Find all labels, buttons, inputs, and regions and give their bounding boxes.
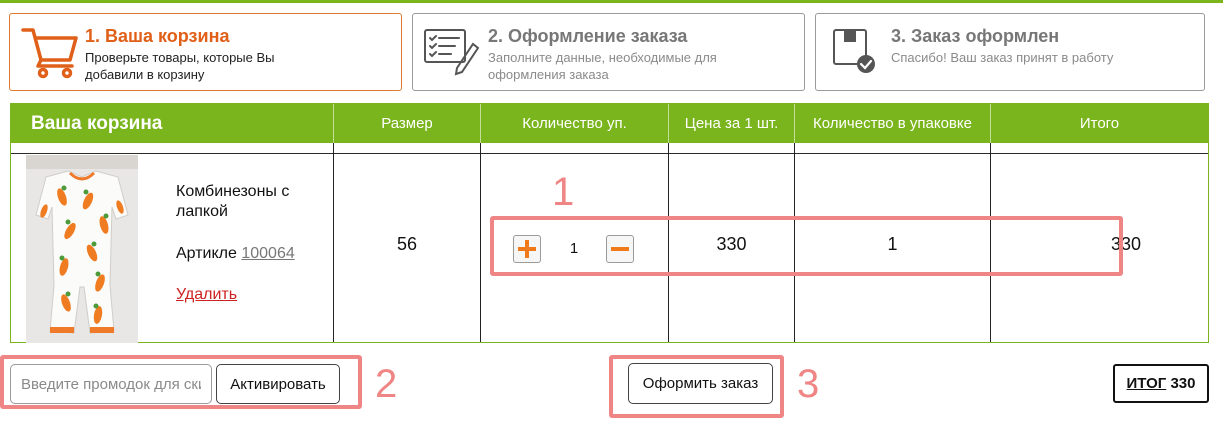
column-divider	[480, 143, 481, 342]
checklist-icon	[424, 29, 480, 76]
row-divider	[11, 153, 1208, 154]
step-done[interactable]: 3. Заказ оформлен Спасибо! Ваш заказ при…	[815, 13, 1205, 91]
annotation-number-2: 2	[375, 362, 398, 406]
step-description: Спасибо! Ваш заказ принят в работу	[891, 50, 1114, 65]
product-name[interactable]: Комбинезоны с лапкой	[176, 182, 326, 222]
table-header: Ваша корзина Размер Количество уп. Цена …	[11, 104, 1208, 143]
product-image[interactable]	[26, 155, 138, 343]
total-label: ИТОГ	[1126, 375, 1167, 392]
annotation-number-1: 1	[552, 170, 575, 214]
sku-link[interactable]: 100064	[241, 245, 294, 262]
header-cart: Ваша корзина	[31, 113, 163, 134]
grand-total: ИТОГ 330	[1113, 364, 1209, 403]
product-sku: Артикле 100064	[176, 245, 295, 262]
step-description: Проверьте товары, которые Вы добавили в …	[85, 50, 275, 82]
step-cart[interactable]: 1. Ваша корзина Проверьте товары, которы…	[9, 13, 402, 91]
top-accent-line	[0, 0, 1223, 3]
header-qty: Количество уп.	[522, 115, 627, 132]
header-size: Размер	[381, 115, 433, 132]
size-value: 56	[396, 234, 418, 254]
annotation-box-1	[490, 216, 1123, 276]
box-check-icon	[833, 29, 875, 73]
step-title: 3. Заказ оформлен	[891, 26, 1060, 46]
annotation-number-3: 3	[797, 362, 820, 406]
header-pack-qty: Количество в упаковке	[813, 115, 972, 132]
step-title: 1. Ваша корзина	[85, 26, 230, 46]
header-total: Итого	[1079, 115, 1120, 132]
checkout-button[interactable]: Оформить заказ	[628, 363, 773, 404]
step-checkout[interactable]: 2. Оформление заказа Заполните данные, н…	[412, 13, 805, 91]
header-price: Цена за 1 шт.	[684, 115, 779, 132]
promo-code-input[interactable]	[10, 364, 212, 404]
delete-link[interactable]: Удалить	[176, 286, 237, 304]
step-title: 2. Оформление заказа	[488, 26, 688, 46]
cart-icon	[21, 28, 78, 79]
activate-promo-button[interactable]: Активировать	[216, 364, 340, 404]
step-description: Заполните данные, необходимые для оформл…	[488, 50, 717, 82]
total-value: 330	[1170, 375, 1196, 392]
